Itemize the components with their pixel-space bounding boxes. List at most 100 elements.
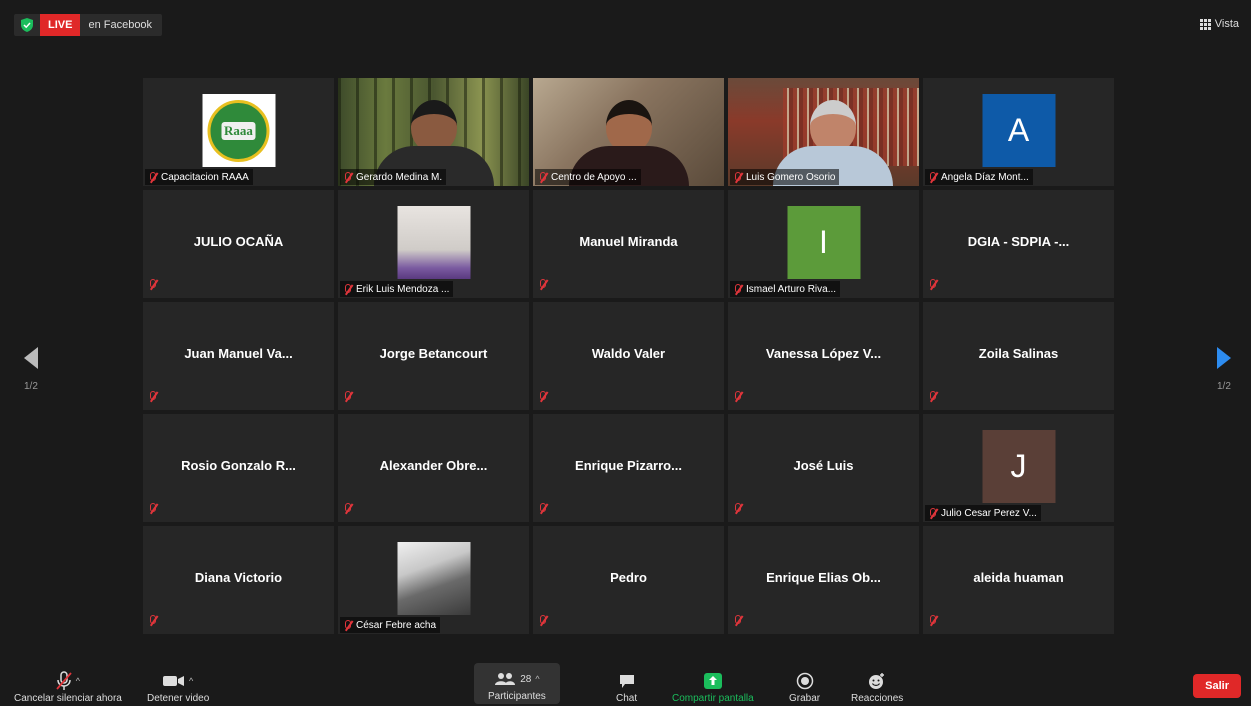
arrow-right-icon	[1217, 347, 1231, 369]
video-options-caret-icon[interactable]: ^	[189, 676, 193, 686]
security-shield-icon[interactable]	[14, 14, 40, 36]
participant-name: DGIA - SDPIA -...	[967, 234, 1070, 249]
mic-muted-icon	[927, 171, 937, 183]
participant-label: Centro de Apoyo ...	[535, 169, 641, 185]
participant-name: Pedro	[610, 570, 647, 585]
unmute-label: Cancelar silenciar ahora	[14, 693, 122, 704]
participant-name: Angela Díaz Mont...	[941, 171, 1029, 183]
participant-name: César Febre acha	[356, 619, 437, 631]
participant-label: César Febre acha	[340, 617, 441, 633]
mic-muted-icon	[342, 171, 352, 183]
participant-name: Zoila Salinas	[978, 346, 1059, 361]
share-screen-label: Compartir pantalla	[672, 693, 754, 704]
participant-name: Luis Gomero Osorio	[746, 171, 836, 183]
record-icon	[796, 672, 813, 690]
participant-tile[interactable]: DGIA - SDPIA -...	[923, 190, 1114, 298]
view-button[interactable]: Vista	[1199, 18, 1239, 30]
video-camera-icon	[163, 676, 185, 686]
audio-options-caret-icon[interactable]: ^	[76, 676, 80, 686]
mic-muted-icon	[927, 278, 937, 290]
participant-tile[interactable]: A Angela Díaz Mont...	[923, 78, 1114, 186]
participant-tile[interactable]: Jorge Betancourt	[338, 302, 529, 410]
participant-label: Luis Gomero Osorio	[730, 169, 840, 185]
mic-muted-icon	[56, 671, 72, 690]
participant-tile[interactable]: César Febre acha	[338, 526, 529, 634]
mic-muted-icon	[732, 502, 742, 514]
mic-muted-icon	[147, 171, 157, 183]
unmute-button[interactable]: ^ Cancelar silenciar ahora	[14, 669, 122, 704]
mic-muted-icon	[147, 502, 157, 514]
participant-tile[interactable]: aleida huaman	[923, 526, 1114, 634]
raaa-logo: Raaa	[202, 94, 275, 167]
participant-name: Diana Victorio	[194, 570, 283, 585]
participant-tile[interactable]: I Ismael Arturo Riva...	[728, 190, 919, 298]
meeting-toolbar: ^ Cancelar silenciar ahora ^ Detener vid…	[0, 658, 1251, 706]
participants-button[interactable]: 28 ^ Participantes	[474, 663, 560, 704]
participant-tile[interactable]: Juan Manuel Va...	[143, 302, 334, 410]
next-page-button[interactable]: 1/2	[1217, 347, 1231, 392]
participant-tile[interactable]: Enrique Elias Ob...	[728, 526, 919, 634]
participant-tile[interactable]: Pedro	[533, 526, 724, 634]
live-stream-indicator[interactable]: LIVE en Facebook	[14, 14, 163, 36]
avatar-initial: A	[982, 94, 1055, 167]
arrow-left-icon	[24, 347, 38, 369]
profile-picture	[397, 206, 470, 279]
mic-muted-icon	[927, 507, 937, 519]
reactions-icon	[869, 673, 885, 689]
chat-button[interactable]: Chat	[616, 669, 637, 704]
mic-muted-icon	[537, 614, 547, 626]
participant-name: Julio Cesar Perez V...	[941, 507, 1037, 519]
participant-tile[interactable]: Luis Gomero Osorio	[728, 78, 919, 186]
participant-name: José Luis	[793, 458, 854, 473]
participant-label: Angela Díaz Mont...	[925, 169, 1033, 185]
mic-muted-icon	[927, 614, 937, 626]
share-screen-button[interactable]: Compartir pantalla	[672, 669, 754, 704]
participant-gallery: Raaa Capacitacion RAAA Gerardo Medina M. Ce…	[143, 78, 1116, 637]
participant-tile[interactable]: Enrique Pizarro...	[533, 414, 724, 522]
participant-tile[interactable]: JULIO OCAÑA	[143, 190, 334, 298]
participant-tile[interactable]: Manuel Miranda	[533, 190, 724, 298]
participants-label: Participantes	[488, 691, 546, 702]
participant-tile[interactable]: Diana Victorio	[143, 526, 334, 634]
participant-name: Alexander Obre...	[379, 458, 488, 473]
profile-picture	[397, 542, 470, 615]
participant-tile[interactable]: Alexander Obre...	[338, 414, 529, 522]
participant-tile[interactable]: José Luis	[728, 414, 919, 522]
mic-muted-icon	[147, 614, 157, 626]
participant-tile[interactable]: Rosio Gonzalo R...	[143, 414, 334, 522]
participant-tile[interactable]: Zoila Salinas	[923, 302, 1114, 410]
reactions-label: Reacciones	[851, 693, 904, 704]
participant-tile[interactable]: Waldo Valer	[533, 302, 724, 410]
participant-name: Capacitacion RAAA	[161, 171, 249, 183]
mic-muted-icon	[147, 390, 157, 402]
share-screen-icon	[703, 673, 722, 689]
participant-tile[interactable]: J Julio Cesar Perez V...	[923, 414, 1114, 522]
participant-name: Ismael Arturo Riva...	[746, 283, 837, 295]
participants-caret-icon[interactable]: ^	[535, 674, 539, 684]
participant-label: Ismael Arturo Riva...	[730, 281, 841, 297]
mic-muted-icon	[537, 278, 547, 290]
participant-tile[interactable]: Erik Luis Mendoza ...	[338, 190, 529, 298]
participant-tile[interactable]: Centro de Apoyo ...	[533, 78, 724, 186]
participant-tile[interactable]: Gerardo Medina M.	[338, 78, 529, 186]
participant-tile[interactable]: Raaa Capacitacion RAAA	[143, 78, 334, 186]
participant-tile[interactable]: Vanessa López V...	[728, 302, 919, 410]
mic-muted-icon	[927, 390, 937, 402]
stop-video-button[interactable]: ^ Detener video	[147, 669, 209, 704]
participant-name: Erik Luis Mendoza ...	[356, 283, 450, 295]
live-destination: en Facebook	[88, 19, 153, 31]
mic-muted-icon	[537, 502, 547, 514]
avatar-initial: I	[787, 206, 860, 279]
participant-name: Rosio Gonzalo R...	[181, 458, 296, 473]
participant-label: Julio Cesar Perez V...	[925, 505, 1041, 521]
previous-page-button[interactable]: 1/2	[24, 347, 38, 392]
page-indicator-left: 1/2	[24, 381, 38, 392]
mic-muted-icon	[342, 283, 352, 295]
reactions-button[interactable]: Reacciones	[851, 669, 903, 704]
chat-icon	[619, 674, 634, 688]
leave-meeting-button[interactable]: Salir	[1193, 674, 1241, 698]
record-button[interactable]: Grabar	[789, 669, 820, 704]
mic-muted-icon	[537, 171, 547, 183]
participants-count: 28	[520, 673, 532, 685]
participant-name: Waldo Valer	[591, 346, 666, 361]
